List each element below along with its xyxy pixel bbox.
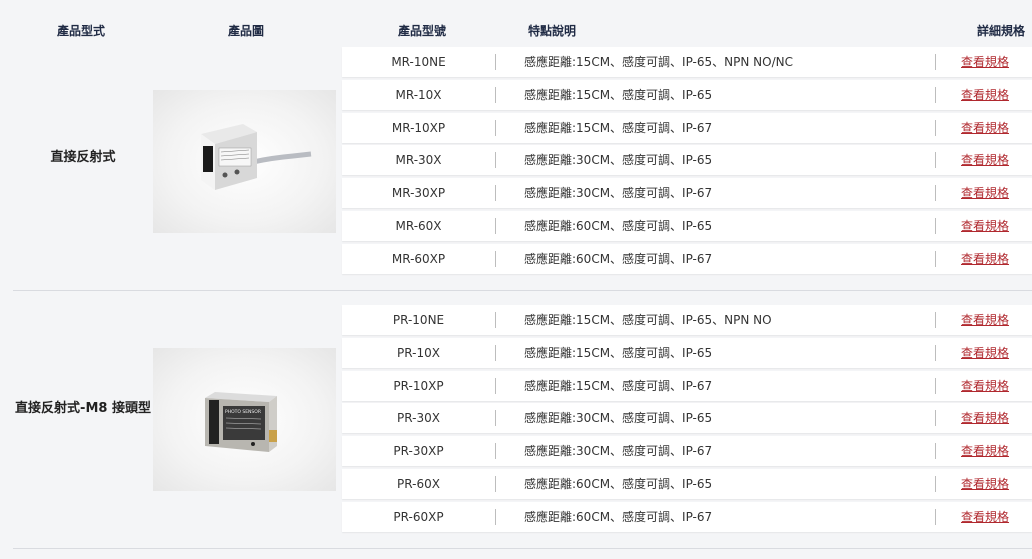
table-row: PR-10XP 感應距離:15CM、感度可調、IP-67 查看規格 [342, 371, 1032, 401]
product-features: 感應距離:15CM、感度可調、IP-65 [524, 88, 713, 102]
column-separator [495, 476, 496, 492]
product-model: MR-10NE [391, 55, 446, 69]
table-row: MR-30XP 感應距離:30CM、感度可調、IP-67 查看規格 [342, 178, 1032, 208]
column-separator [935, 410, 936, 426]
column-separator [935, 152, 936, 168]
table-row: MR-60X 感應距離:60CM、感度可調、IP-65 查看規格 [342, 211, 1032, 241]
column-separator [495, 378, 496, 394]
table-header: 產品型式 產品圖 產品型號 特點說明 詳細規格 [0, 0, 1032, 46]
product-features: 感應距離:15CM、感度可調、IP-65、NPN NO [524, 313, 772, 327]
column-separator [495, 345, 496, 361]
product-model: PR-60XP [393, 510, 444, 524]
product-model: PR-10XP [393, 379, 444, 393]
column-separator [495, 185, 496, 201]
table-row: MR-30X 感應距離:30CM、感度可調、IP-65 查看規格 [342, 145, 1032, 175]
product-features: 感應距離:60CM、感度可調、IP-67 [524, 252, 713, 266]
header-product-image: 產品圖 [228, 24, 265, 38]
view-specs-link[interactable]: 查看規格 [961, 80, 1009, 110]
column-separator [935, 378, 936, 394]
column-separator [935, 87, 936, 103]
column-separator [935, 218, 936, 234]
product-model: MR-10X [395, 88, 442, 102]
column-separator [935, 345, 936, 361]
product-features: 感應距離:60CM、感度可調、IP-65 [524, 219, 713, 233]
column-separator [935, 251, 936, 267]
table-row: PR-30X 感應距離:30CM、感度可調、IP-65 查看規格 [342, 403, 1032, 433]
column-separator [495, 218, 496, 234]
column-separator [495, 87, 496, 103]
group-divider [13, 290, 1032, 291]
table-row: PR-60X 感應距離:60CM、感度可調、IP-65 查看規格 [342, 469, 1032, 499]
product-model: MR-10XP [391, 121, 446, 135]
view-specs-link[interactable]: 查看規格 [961, 178, 1009, 208]
table-row: MR-10X 感應距離:15CM、感度可調、IP-65 查看規格 [342, 80, 1032, 110]
view-specs-link[interactable]: 查看規格 [961, 145, 1009, 175]
product-model: MR-30X [395, 153, 442, 167]
view-specs-link[interactable]: 查看規格 [961, 47, 1009, 77]
photo-sensor-m8-icon: PHOTO SENSOR [205, 392, 277, 452]
group-type-label: 直接反射式 [50, 150, 116, 165]
column-separator [495, 312, 496, 328]
view-specs-link[interactable]: 查看規格 [961, 469, 1009, 499]
product-model: MR-60XP [391, 252, 446, 266]
product-features: 感應距離:30CM、感度可調、IP-65 [524, 411, 713, 425]
table-row: PR-10X 感應距離:15CM、感度可調、IP-65 查看規格 [342, 338, 1032, 368]
product-model: PR-10X [397, 346, 440, 360]
view-specs-link[interactable]: 查看規格 [961, 371, 1009, 401]
table-row: MR-60XP 感應距離:60CM、感度可調、IP-67 查看規格 [342, 244, 1032, 274]
product-features: 感應距離:30CM、感度可調、IP-67 [524, 444, 713, 458]
column-separator [935, 509, 936, 525]
product-model: PR-60X [397, 477, 440, 491]
table-row: PR-10NE 感應距離:15CM、感度可調、IP-65、NPN NO 查看規格 [342, 305, 1032, 335]
view-specs-link[interactable]: 查看規格 [961, 436, 1009, 466]
photo-sensor-icon [201, 124, 312, 190]
table-row: MR-10NE 感應距離:15CM、感度可調、IP-65、NPN NO/NC 查看規… [342, 47, 1032, 77]
column-separator [935, 312, 936, 328]
view-specs-link[interactable]: 查看規格 [961, 338, 1009, 368]
group-divider [13, 548, 1032, 549]
column-separator [935, 185, 936, 201]
view-specs-link[interactable]: 查看規格 [961, 244, 1009, 274]
table-row: PR-30XP 感應距離:30CM、感度可調、IP-67 查看規格 [342, 436, 1032, 466]
product-model: PR-30XP [393, 444, 444, 458]
product-features: 感應距離:30CM、感度可調、IP-65 [524, 153, 713, 167]
header-details: 詳細規格 [977, 24, 1026, 38]
product-features: 感應距離:15CM、感度可調、IP-67 [524, 379, 713, 393]
group-type-label: 直接反射式-M8 接頭型 [15, 401, 151, 416]
view-specs-link[interactable]: 查看規格 [961, 502, 1009, 532]
product-features: 感應距離:60CM、感度可調、IP-65 [524, 477, 713, 491]
product-features: 感應距離:30CM、感度可調、IP-67 [524, 186, 713, 200]
product-features: 感應距離:15CM、感度可調、IP-67 [524, 121, 713, 135]
svg-text:PHOTO SENSOR: PHOTO SENSOR [225, 409, 261, 415]
view-specs-link[interactable]: 查看規格 [961, 305, 1009, 335]
column-separator [495, 509, 496, 525]
column-separator [495, 54, 496, 70]
product-features: 感應距離:15CM、感度可調、IP-65 [524, 346, 713, 360]
view-specs-link[interactable]: 查看規格 [961, 113, 1009, 143]
header-product-type: 產品型式 [57, 24, 106, 38]
view-specs-link[interactable]: 查看規格 [961, 211, 1009, 241]
header-features: 特點說明 [528, 24, 577, 38]
photo-sensor-product-image [153, 90, 336, 233]
product-features: 感應距離:15CM、感度可調、IP-65、NPN NO/NC [524, 55, 793, 69]
table-row: PR-60XP 感應距離:60CM、感度可調、IP-67 查看規格 [342, 502, 1032, 532]
column-separator [495, 152, 496, 168]
view-specs-link[interactable]: 查看規格 [961, 403, 1009, 433]
column-separator [495, 443, 496, 459]
photo-sensor-m8-product-image: PHOTO SENSOR [153, 348, 336, 491]
product-model: PR-10NE [392, 313, 445, 327]
table-row: MR-10XP 感應距離:15CM、感度可調、IP-67 查看規格 [342, 113, 1032, 143]
column-separator [495, 410, 496, 426]
header-product-model: 產品型號 [398, 24, 447, 38]
product-model: MR-60X [395, 219, 442, 233]
column-separator [935, 476, 936, 492]
product-model: MR-30XP [391, 186, 446, 200]
column-separator [935, 54, 936, 70]
column-separator [495, 120, 496, 136]
column-separator [935, 443, 936, 459]
column-separator [495, 251, 496, 267]
product-features: 感應距離:60CM、感度可調、IP-67 [524, 510, 713, 524]
product-model: PR-30X [397, 411, 440, 425]
column-separator [935, 120, 936, 136]
